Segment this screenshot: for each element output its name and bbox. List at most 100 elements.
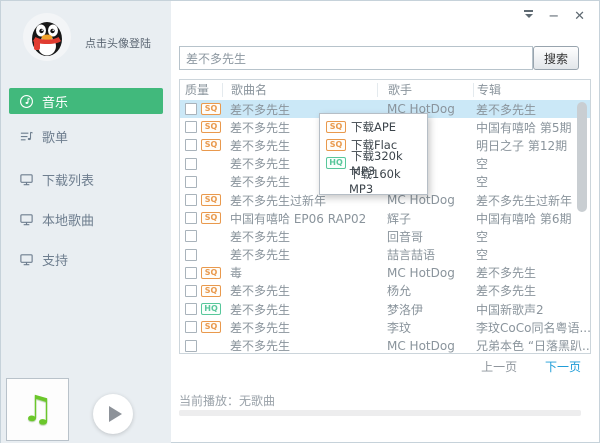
column-header-4[interactable]: 专辑 [473, 83, 590, 97]
table-row[interactable]: HQ差不多先生梦洛伊中国新歌声2 [180, 300, 590, 318]
sidebar: 点击头像登陆 音乐歌单下载列表本地歌曲支持 ♫ [1, 1, 171, 443]
table-row[interactable]: 差不多先生回音哥空 [180, 227, 590, 245]
singer-cell: 喆言喆语 [377, 246, 473, 263]
play-icon [109, 406, 122, 422]
album-art-box: ♫ [6, 378, 69, 441]
scrollbar-thumb[interactable] [577, 102, 587, 212]
album-cell: 中国有嘻哈 第6期 [473, 210, 590, 227]
quality-cell: SQ [180, 139, 222, 151]
row-checkbox[interactable] [185, 285, 197, 297]
context-menu-item-label: 下载APE [351, 119, 396, 135]
login-text[interactable]: 点击头像登陆 [85, 35, 151, 51]
row-checkbox[interactable] [185, 139, 197, 151]
sidebar-item-4[interactable]: 支持 [9, 246, 163, 272]
album-cell: 差不多先生 [473, 282, 590, 299]
quality-cell: HQ [180, 303, 222, 315]
table-row[interactable]: SQ差不多先生李玟李玟CoCo同名粤语... [180, 318, 590, 336]
sq-quality-badge: SQ [326, 139, 346, 151]
album-cell: 差不多先生 [473, 264, 590, 281]
row-checkbox[interactable] [185, 212, 197, 224]
context-menu-item-label: 下载160k MP3 [349, 166, 427, 196]
singer-cell: MC HotDog [377, 266, 473, 280]
singer-cell: MC HotDog [377, 339, 473, 353]
singer-cell: 梦洛伊 [377, 301, 473, 318]
sq-quality-badge: SQ [201, 267, 221, 279]
quality-cell [180, 176, 222, 188]
song-name-cell: 差不多先生 [222, 282, 377, 299]
column-header-3[interactable]: 歌手 [377, 83, 473, 97]
sidebar-item-label: 音乐 [42, 92, 68, 111]
table-row[interactable]: SQ中国有嘻哈 EP06 RAP02辉子中国有嘻哈 第6期 [180, 209, 590, 227]
song-name-cell: 差不多先生 [222, 228, 377, 245]
prev-page-link[interactable]: 上一页 [481, 360, 517, 374]
song-name-cell: 差不多先生 [222, 301, 377, 318]
sidebar-item-label: 支持 [42, 250, 68, 269]
sidebar-item-3[interactable]: 本地歌曲 [9, 206, 163, 232]
row-checkbox[interactable] [185, 321, 197, 333]
album-cell: 空 [473, 173, 590, 190]
row-checkbox[interactable] [185, 249, 197, 261]
play-button[interactable] [93, 394, 133, 434]
quality-cell: SQ [180, 121, 222, 133]
sidebar-item-2[interactable]: 下载列表 [9, 166, 163, 192]
row-checkbox[interactable] [185, 303, 197, 315]
sq-quality-badge: SQ [201, 321, 221, 333]
search-button[interactable]: 搜索 [533, 46, 579, 70]
app-window: 点击头像登陆 音乐歌单下载列表本地歌曲支持 ♫ − ✕ 搜索 质量歌曲名歌手专辑… [0, 0, 600, 443]
table-row[interactable]: SQ差不多先生杨允差不多先生 [180, 282, 590, 300]
row-checkbox[interactable] [185, 158, 197, 170]
sidebar-item-label: 歌单 [42, 127, 68, 146]
album-cell: 中国新歌声2 [473, 301, 590, 318]
sq-quality-badge: SQ [201, 285, 221, 297]
table-row[interactable]: 差不多先生MC HotDog兄弟本色 “日落黑趴... [180, 336, 590, 353]
monitor-icon [19, 252, 34, 267]
main-menu-icon[interactable] [524, 10, 533, 23]
playback-progress-bar[interactable] [179, 410, 581, 416]
row-checkbox[interactable] [185, 230, 197, 242]
album-cell: 空 [473, 155, 590, 172]
singer-cell: 李玟 [377, 319, 473, 336]
row-checkbox[interactable] [185, 340, 197, 352]
album-cell: 空 [473, 228, 590, 245]
context-menu-item[interactable]: SQ 下载APE [320, 118, 427, 136]
song-name-cell: 毒 [222, 264, 377, 281]
column-header-2[interactable]: 歌曲名 [222, 83, 377, 97]
table-row[interactable]: 差不多先生喆言喆语空 [180, 246, 590, 264]
album-cell: 明日之子 第12期 [473, 137, 590, 154]
album-cell: 李玟CoCo同名粤语... [473, 319, 590, 336]
sq-quality-badge: SQ [326, 121, 346, 133]
quality-cell: SQ [180, 321, 222, 333]
quality-cell: SQ [180, 103, 222, 115]
close-button[interactable]: ✕ [574, 10, 585, 23]
quality-cell [180, 158, 222, 170]
quality-cell [180, 230, 222, 242]
sidebar-item-0[interactable]: 音乐 [9, 88, 163, 114]
download-context-menu: SQ下载APESQ下载FlacHQ下载320k MP3下载160k MP3 [319, 113, 428, 195]
sq-quality-badge: SQ [201, 194, 221, 206]
sq-quality-badge: SQ [201, 121, 221, 133]
avatar[interactable] [23, 13, 71, 61]
context-menu-item[interactable]: 下载160k MP3 [320, 172, 427, 190]
quality-cell: SQ [180, 212, 222, 224]
row-checkbox[interactable] [185, 121, 197, 133]
sidebar-item-1[interactable]: 歌单 [9, 123, 163, 149]
quality-cell [180, 249, 222, 261]
next-page-link[interactable]: 下一页 [545, 360, 581, 374]
singer-cell: 辉子 [377, 210, 473, 227]
row-checkbox[interactable] [185, 267, 197, 279]
row-checkbox[interactable] [185, 176, 197, 188]
album-cell: 差不多先生过新年 [473, 192, 590, 209]
minimize-button[interactable]: − [548, 10, 559, 23]
search-input[interactable] [179, 46, 533, 70]
singer-cell: 回音哥 [377, 228, 473, 245]
music-icon [19, 94, 34, 109]
hq-quality-badge: HQ [201, 303, 221, 315]
table-row[interactable]: SQ毒MC HotDog差不多先生 [180, 264, 590, 282]
sq-quality-badge: SQ [201, 139, 221, 151]
column-header-1[interactable]: 质量 [180, 83, 222, 97]
row-checkbox[interactable] [185, 194, 197, 206]
row-checkbox[interactable] [185, 103, 197, 115]
song-name-cell: 差不多先生 [222, 319, 377, 336]
album-cell: 中国有嘻哈 第5期 [473, 119, 590, 136]
sq-quality-badge: SQ [201, 212, 221, 224]
